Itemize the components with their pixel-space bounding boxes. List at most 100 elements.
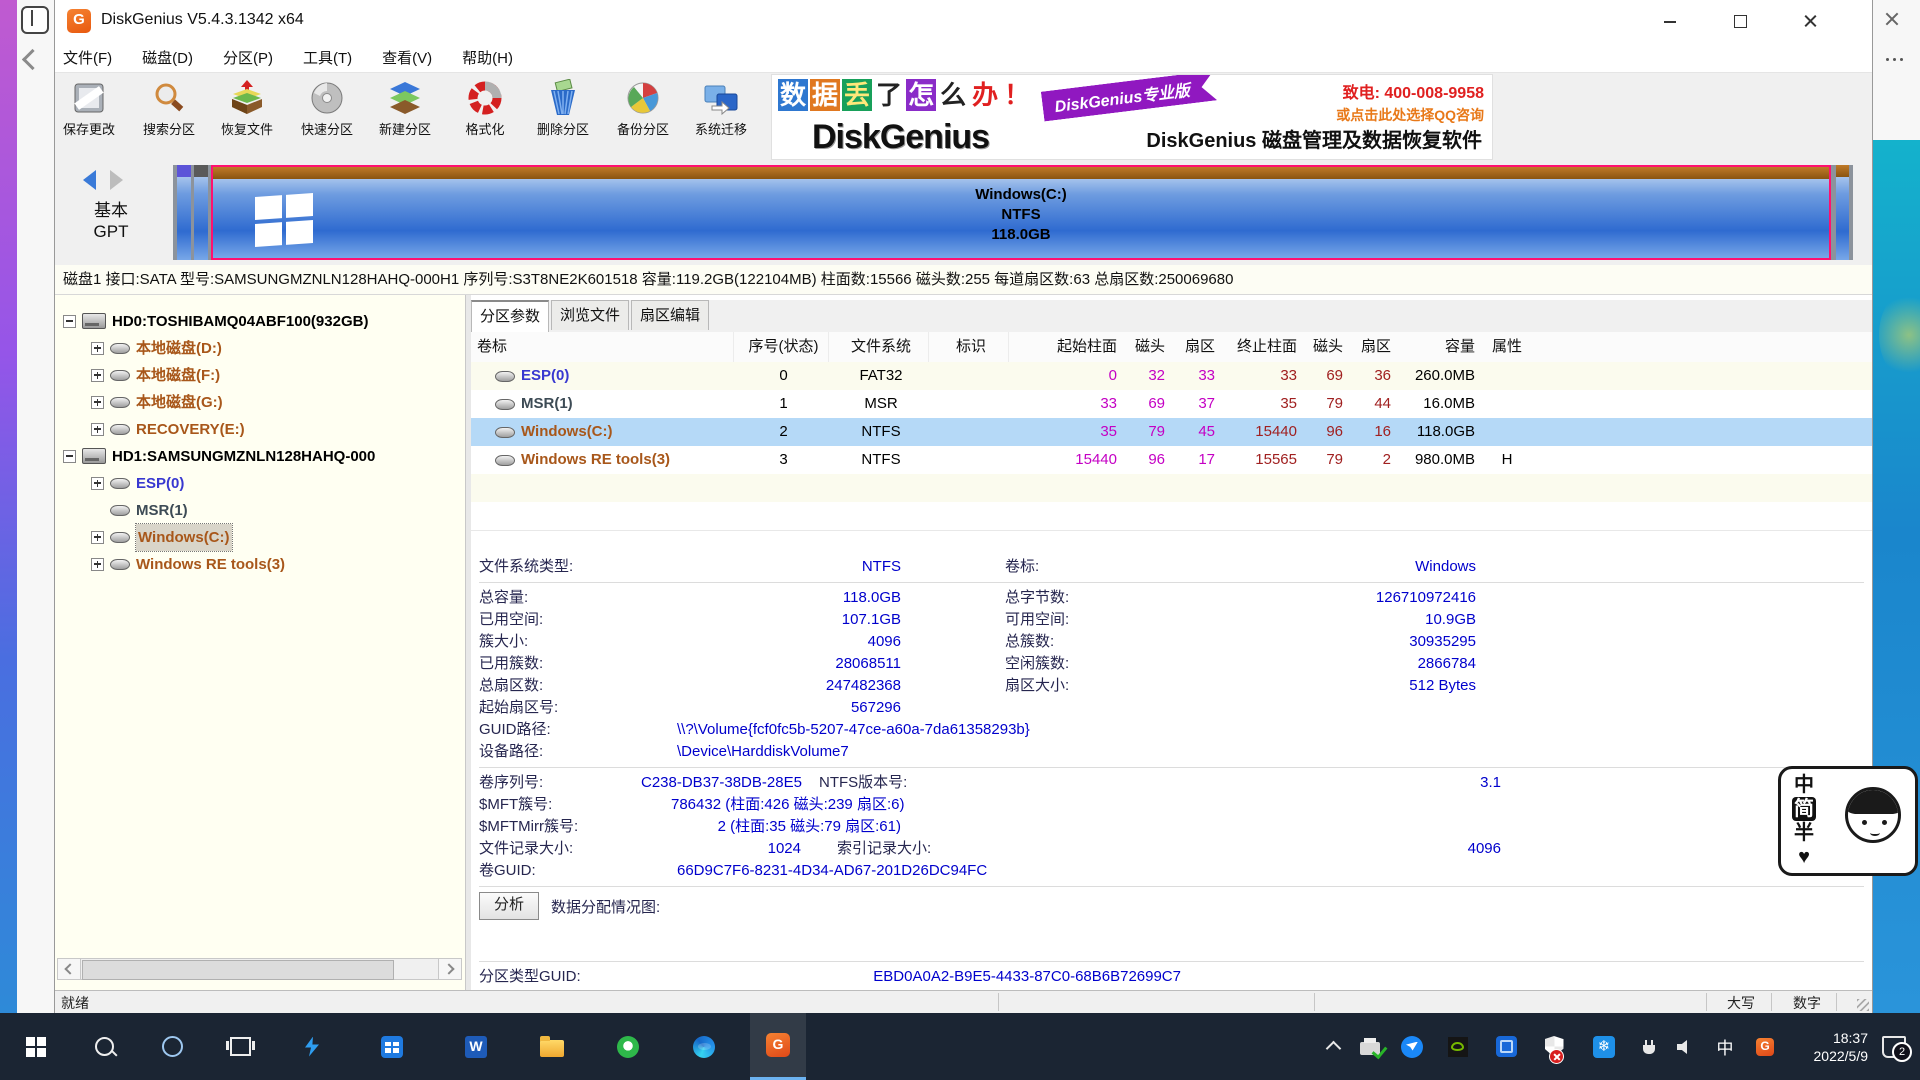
save-changes-button[interactable]: 保存更改: [54, 77, 128, 157]
resize-grip[interactable]: [1857, 999, 1869, 1011]
tray-power[interactable]: [1634, 1013, 1664, 1080]
tray-ime[interactable]: 中: [1708, 1013, 1742, 1080]
close-button[interactable]: [1781, 0, 1839, 42]
menu-view[interactable]: 查看(V): [382, 47, 432, 68]
clock-time: 18:37: [1786, 1029, 1868, 1047]
expand-icon[interactable]: [91, 558, 104, 571]
taskbar-clock[interactable]: 18:37 2022/5/9: [1786, 1013, 1870, 1080]
collapse-icon[interactable]: [63, 450, 76, 463]
table-row-windows-c-selected[interactable]: Windows(C:) 2 NTFS 35 79 45 15440 96 16 …: [471, 418, 1872, 446]
recover-files-button[interactable]: 恢复文件: [208, 77, 286, 157]
menu-partition[interactable]: 分区(P): [223, 47, 273, 68]
taskbar-file-explorer[interactable]: [524, 1013, 580, 1080]
prev-disk-icon[interactable]: [83, 170, 96, 190]
tray-nvidia[interactable]: [1440, 1013, 1476, 1080]
ime-chinese-indicator[interactable]: 中: [1794, 773, 1814, 797]
close-icon[interactable]: [1884, 12, 1898, 26]
detail-label: 卷标:: [1005, 556, 1155, 578]
cortana-button[interactable]: [144, 1013, 200, 1080]
partition-bar-esp[interactable]: [177, 165, 191, 260]
scrollbar-thumb[interactable]: [82, 960, 394, 980]
taskbar-search-button[interactable]: [76, 1013, 132, 1080]
tray-printer[interactable]: [1352, 1013, 1388, 1080]
new-partition-button[interactable]: 新建分区: [366, 77, 444, 157]
taskbar-app-diskgenius-active[interactable]: [750, 1013, 806, 1080]
table-row-empty: [471, 502, 1872, 531]
search-partition-button[interactable]: 搜索分区: [130, 77, 208, 157]
tree-item-local-d[interactable]: 本地磁盘(D:): [91, 334, 222, 361]
ad-qq-link[interactable]: 或点击此处选择QQ咨询: [1336, 105, 1484, 125]
expand-icon[interactable]: [91, 423, 104, 436]
tree-item-windows-c[interactable]: Windows(C:): [91, 523, 232, 550]
tree-item-local-g[interactable]: 本地磁盘(G:): [91, 388, 223, 415]
tray-volume[interactable]: [1670, 1013, 1702, 1080]
analyze-button[interactable]: 分析: [479, 892, 539, 920]
disk-info-line: 磁盘1 接口:SATA 型号:SAMSUNGMZNLN128HAHQ-000H1…: [55, 265, 1872, 295]
tray-intel-graphics[interactable]: [1488, 1013, 1524, 1080]
format-button[interactable]: 格式化: [446, 77, 524, 157]
next-disk-icon[interactable]: [110, 170, 123, 190]
table-row-windows-re[interactable]: Windows RE tools(3) 3 NTFS 15440 96 17 1…: [471, 446, 1872, 474]
expand-icon[interactable]: [91, 396, 104, 409]
taskbar-app-flash[interactable]: [284, 1013, 340, 1080]
scroll-right-icon[interactable]: [438, 959, 461, 979]
tab-sector-edit[interactable]: 扇区编辑: [631, 300, 709, 330]
partition-bar-windows-c[interactable]: Windows(C:) NTFS 118.0GB: [211, 165, 1831, 260]
tray-expand-button[interactable]: [1318, 1013, 1348, 1080]
start-button[interactable]: [8, 1013, 64, 1080]
tree-item-windows-re[interactable]: Windows RE tools(3): [91, 550, 285, 577]
expand-icon[interactable]: [91, 369, 104, 382]
snowflake-icon: [1593, 1036, 1615, 1058]
expand-icon[interactable]: [91, 342, 104, 355]
tab-browse-files[interactable]: 浏览文件: [551, 300, 629, 330]
search-icon: [150, 79, 188, 117]
disc-icon: [308, 79, 346, 117]
ime-status-widget[interactable]: 中 简 半 ♥: [1778, 766, 1918, 876]
tree-item-esp[interactable]: ESP(0): [91, 469, 184, 496]
tray-diskgenius[interactable]: [1748, 1013, 1782, 1080]
volume-icon: [495, 399, 515, 410]
expand-icon[interactable]: [91, 531, 104, 544]
scroll-left-icon[interactable]: [58, 959, 81, 979]
action-center-button[interactable]: 2: [1874, 1013, 1914, 1080]
tray-dingtalk[interactable]: [1394, 1013, 1430, 1080]
maximize-button[interactable]: [1711, 0, 1769, 42]
ime-halfwidth-indicator[interactable]: 半: [1794, 821, 1814, 845]
taskbar-app-browser[interactable]: [600, 1013, 656, 1080]
taskbar-app-word[interactable]: [448, 1013, 504, 1080]
menu-tools[interactable]: 工具(T): [303, 47, 352, 68]
volume-icon: [495, 427, 515, 438]
delete-partition-button[interactable]: 删除分区: [524, 77, 602, 157]
tree-horizontal-scrollbar[interactable]: [57, 958, 462, 980]
taskbar-app-store[interactable]: [364, 1013, 420, 1080]
menu-help[interactable]: 帮助(H): [462, 47, 513, 68]
background-window-icon[interactable]: [21, 6, 49, 34]
menu-disk[interactable]: 磁盘(D): [142, 47, 193, 68]
tab-partition-params[interactable]: 分区参数: [471, 300, 549, 332]
tray-defender[interactable]: [1536, 1013, 1572, 1080]
partition-bar-msr[interactable]: [194, 165, 208, 260]
minimize-button[interactable]: [1641, 0, 1699, 42]
system-migration-button[interactable]: 系统迁移: [682, 77, 760, 157]
collapse-icon[interactable]: [63, 315, 76, 328]
ad-banner[interactable]: 数 据 丢 了 怎 么 办 ！ DiskGenius专业版 致电: 400-00…: [771, 74, 1493, 160]
partition-bar-re-tools[interactable]: [1836, 165, 1849, 260]
backup-partition-button[interactable]: 备份分区: [604, 77, 682, 157]
table-row-esp[interactable]: ESP(0) 0 FAT32 0 32 33 33 69 36 260.0MB: [471, 362, 1872, 390]
back-arrow-icon[interactable]: [22, 49, 43, 70]
quick-partition-button[interactable]: 快速分区: [288, 77, 366, 157]
tray-snowflake-app[interactable]: [1586, 1013, 1622, 1080]
taskbar-app-edge[interactable]: [676, 1013, 732, 1080]
tree-item-recovery-e[interactable]: RECOVERY(E:): [91, 415, 245, 442]
tree-item-hd1[interactable]: HD1:SAMSUNGMZNLN128HAHQ-000: [63, 442, 375, 469]
menu-file[interactable]: 文件(F): [63, 47, 112, 68]
shredder-icon: [544, 79, 582, 117]
ime-simplified-indicator[interactable]: 简: [1792, 797, 1816, 821]
tree-item-msr[interactable]: MSR(1): [91, 496, 188, 523]
more-options-icon[interactable]: [1886, 56, 1906, 62]
expand-icon[interactable]: [91, 477, 104, 490]
task-view-button[interactable]: [212, 1013, 268, 1080]
table-row-msr[interactable]: MSR(1) 1 MSR 33 69 37 35 79 44 16.0MB: [471, 390, 1872, 418]
tree-item-local-f[interactable]: 本地磁盘(F:): [91, 361, 220, 388]
tree-item-hd0[interactable]: HD0:TOSHIBAMQ04ABF100(932GB): [63, 307, 368, 334]
